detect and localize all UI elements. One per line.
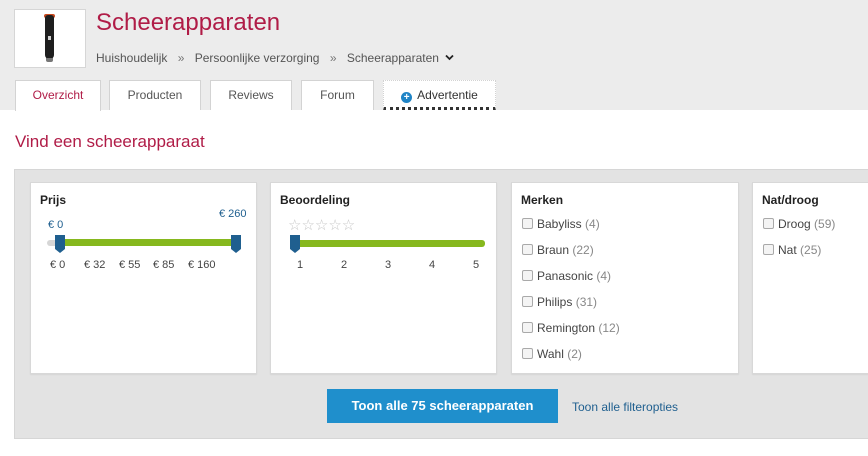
rating-tick: 5 bbox=[473, 259, 480, 271]
breadcrumb-separator: » bbox=[177, 51, 185, 65]
rating-tick: 1 bbox=[297, 259, 304, 271]
price-tick: € 160 bbox=[188, 259, 216, 271]
checkbox[interactable] bbox=[522, 244, 533, 255]
tab-label: Advertentie bbox=[417, 88, 478, 102]
brand-checkbox-babyliss[interactable]: Babyliss (4) bbox=[522, 217, 600, 231]
brand-label: Remington bbox=[537, 321, 596, 335]
tab-forum[interactable]: Forum bbox=[301, 80, 374, 110]
brands-filter-title: Merken bbox=[521, 193, 564, 207]
price-slider-range bbox=[60, 239, 236, 246]
price-tick: € 55 bbox=[119, 259, 141, 271]
star-rating-icon: ☆☆☆☆☆ bbox=[288, 217, 356, 234]
checkbox[interactable] bbox=[522, 322, 533, 333]
price-min-handle[interactable] bbox=[55, 235, 65, 253]
rating-tick: 2 bbox=[341, 259, 348, 271]
wetdry-filter-panel: Nat/droog Droog (59) Nat (25) bbox=[752, 182, 868, 374]
rating-filter-title: Beoordeling bbox=[280, 193, 351, 207]
checkbox[interactable] bbox=[522, 218, 533, 229]
tab-label: Forum bbox=[320, 88, 355, 102]
checkbox[interactable] bbox=[522, 348, 533, 359]
checkbox[interactable] bbox=[522, 296, 533, 307]
brand-checkbox-wahl[interactable]: Wahl (2) bbox=[522, 347, 582, 361]
brand-label: Wahl bbox=[537, 347, 564, 361]
tab-reviews[interactable]: Reviews bbox=[210, 80, 292, 110]
tab-label: Producten bbox=[127, 88, 183, 102]
page-title: Scheerapparaten bbox=[96, 9, 281, 36]
brand-label: Panasonic bbox=[537, 269, 594, 283]
wetdry-label: Nat bbox=[778, 243, 797, 257]
price-min-value: € 0 bbox=[48, 219, 64, 231]
price-filter-title: Prijs bbox=[40, 193, 67, 207]
tab-label: Reviews bbox=[228, 88, 274, 102]
breadcrumb-item-huishoudelijk[interactable]: Huishoudelijk bbox=[96, 51, 167, 65]
price-max-handle[interactable] bbox=[231, 235, 241, 253]
brand-checkbox-panasonic[interactable]: Panasonic (4) bbox=[522, 269, 611, 283]
brand-count: (2) bbox=[567, 347, 582, 361]
brands-filter-panel: Merken Babyliss (4) Braun (22) Panasonic… bbox=[511, 182, 739, 374]
brand-count: (4) bbox=[596, 269, 612, 283]
breadcrumb: Huishoudelijk » Persoonlijke verzorging … bbox=[96, 51, 454, 65]
show-all-filters-link[interactable]: Toon alle filteropties bbox=[572, 400, 678, 414]
rating-tick: 4 bbox=[429, 259, 436, 271]
price-tick: € 32 bbox=[84, 259, 106, 271]
checkbox[interactable] bbox=[763, 218, 774, 229]
checkbox[interactable] bbox=[763, 244, 774, 255]
brand-count: (22) bbox=[572, 243, 594, 257]
page-header: Scheerapparaten Huishoudelijk » Persoonl… bbox=[0, 0, 868, 111]
tab-overzicht[interactable]: Overzicht bbox=[15, 80, 101, 111]
brand-count: (12) bbox=[598, 321, 620, 335]
price-tick: € 0 bbox=[50, 259, 66, 271]
product-thumbnail[interactable] bbox=[14, 9, 86, 68]
rating-slider-track[interactable] bbox=[295, 240, 485, 247]
breadcrumb-separator: » bbox=[329, 51, 337, 65]
wetdry-checkbox-droog[interactable]: Droog (59) bbox=[763, 217, 835, 231]
breadcrumb-item-scheerapparaten[interactable]: Scheerapparaten bbox=[347, 51, 439, 65]
checkbox[interactable] bbox=[522, 270, 533, 281]
razor-base bbox=[46, 58, 53, 62]
rating-tick: 3 bbox=[385, 259, 392, 271]
chevron-down-icon[interactable] bbox=[445, 53, 454, 64]
brand-checkbox-philips[interactable]: Philips (31) bbox=[522, 295, 597, 309]
price-max-value: € 260 bbox=[219, 208, 247, 220]
price-tick: € 85 bbox=[153, 259, 175, 271]
brand-count: (31) bbox=[575, 295, 598, 309]
rating-filter-panel: Beoordeling ☆☆☆☆☆ 1 2 3 4 5 bbox=[270, 182, 497, 374]
rating-min-handle[interactable] bbox=[290, 235, 300, 253]
wetdry-filter-title: Nat/droog bbox=[762, 193, 819, 207]
show-all-products-button[interactable]: Toon alle 75 scheerapparaten bbox=[327, 389, 558, 423]
wetdry-count: (59) bbox=[814, 217, 836, 231]
breadcrumb-item-persoonlijke-verzorging[interactable]: Persoonlijke verzorging bbox=[195, 51, 320, 65]
finder-title: Vind een scheerapparaat bbox=[15, 132, 205, 151]
wetdry-label: Droog bbox=[778, 217, 811, 231]
brand-label: Babyliss bbox=[537, 217, 582, 231]
brand-label: Philips bbox=[537, 295, 573, 309]
brand-label: Braun bbox=[537, 243, 570, 257]
plus-circle-icon: + bbox=[401, 92, 413, 103]
wetdry-checkbox-nat[interactable]: Nat (25) bbox=[763, 243, 821, 257]
tab-label: Overzicht bbox=[32, 88, 84, 102]
razor-button bbox=[48, 36, 51, 40]
tab-advertentie[interactable]: + Advertentie bbox=[383, 80, 496, 110]
brand-checkbox-remington[interactable]: Remington (12) bbox=[522, 321, 620, 335]
price-filter-panel: Prijs € 0 € 260 € 0 € 32 € 55 € 85 € 160 bbox=[30, 182, 257, 374]
brand-count: (4) bbox=[585, 217, 600, 231]
brand-checkbox-braun[interactable]: Braun (22) bbox=[522, 243, 594, 257]
tab-producten[interactable]: Producten bbox=[109, 80, 201, 110]
wetdry-count: (25) bbox=[800, 243, 822, 257]
